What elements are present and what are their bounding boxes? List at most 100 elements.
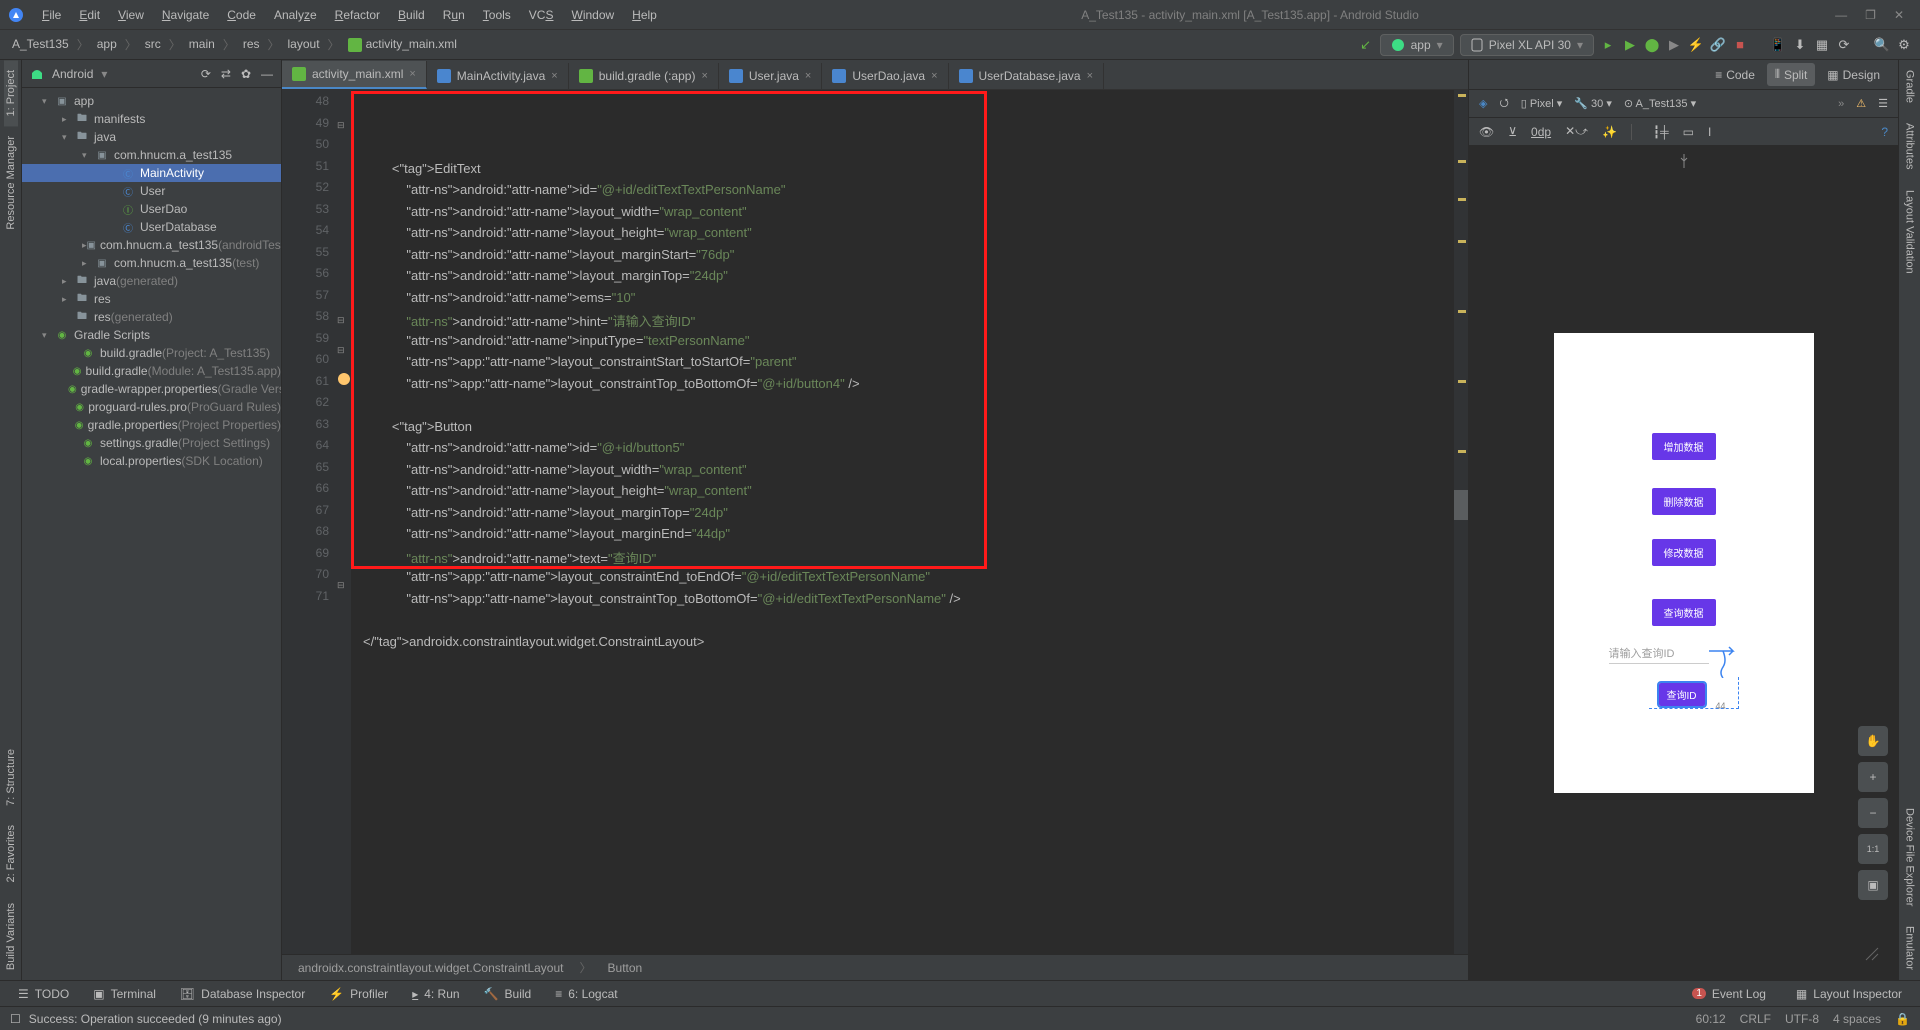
tree-node[interactable]: ⒸUser xyxy=(22,182,281,200)
menu-vcs[interactable]: VCS xyxy=(521,4,562,26)
tool-project[interactable]: 1: Project xyxy=(4,60,18,126)
line-gutter[interactable]: 4849505152535455565758596061626364656667… xyxy=(282,90,337,954)
debug-icon[interactable]: ⬤ xyxy=(1644,37,1660,53)
align-icon[interactable]: ┇╪ xyxy=(1653,125,1669,139)
fold-gutter[interactable]: ⊟ ⊟ ⊟ ⊟ xyxy=(337,90,351,954)
sync-icon[interactable]: ⟳ xyxy=(201,67,211,81)
tree-node[interactable]: ◉build.gradle (Module: A_Test135.app) xyxy=(22,362,281,380)
pack-icon[interactable]: ▭ xyxy=(1683,125,1694,139)
menu-navigate[interactable]: Navigate xyxy=(154,4,217,26)
mode-design[interactable]: ▦Design xyxy=(1819,64,1888,86)
avd-icon[interactable]: 📱 xyxy=(1770,37,1786,53)
tool-resource-manager[interactable]: Resource Manager xyxy=(4,126,18,240)
tab-profiler[interactable]: ⚡ Profiler xyxy=(319,983,398,1005)
zoom-fit-icon[interactable]: 1:1 xyxy=(1858,834,1888,864)
editor-tab[interactable]: MainActivity.java× xyxy=(427,63,569,89)
maximize-icon[interactable]: ❐ xyxy=(1865,8,1876,22)
theme-select[interactable]: ⊙ A_Test135 ▾ xyxy=(1624,97,1696,110)
infer-icon[interactable]: ✨ xyxy=(1602,125,1617,139)
magnet-icon[interactable]: ⊻ xyxy=(1508,125,1517,139)
editor-tab[interactable]: activity_main.xml× xyxy=(282,61,427,89)
tree-node[interactable]: ◉gradle-wrapper.properties (Gradle Versi… xyxy=(22,380,281,398)
line-separator[interactable]: CRLF xyxy=(1740,1012,1771,1026)
help-icon[interactable]: ? xyxy=(1881,125,1888,139)
tool-structure[interactable]: 7: Structure xyxy=(4,739,18,816)
tree-node[interactable]: ▸🖿res xyxy=(22,290,281,308)
run-icon[interactable]: ▶ xyxy=(1622,37,1638,53)
sdk-icon[interactable]: ⬇ xyxy=(1792,37,1808,53)
phone-preview[interactable]: 增加数据 删除数据 修改数据 查询数据 请输入查询ID 查询ID 44 xyxy=(1554,333,1814,793)
tree-node[interactable]: ▾🖿java xyxy=(22,128,281,146)
tool-layout-validation[interactable]: Layout Validation xyxy=(1903,180,1917,284)
menu-file[interactable]: File xyxy=(34,4,69,26)
profile-icon[interactable]: ⚡ xyxy=(1688,37,1704,53)
code-editor[interactable]: <"tag">EditText "attr-ns">android:"attr-… xyxy=(351,90,1454,954)
crumb[interactable]: Button xyxy=(608,961,643,975)
tree-node[interactable]: ◉gradle.properties (Project Properties) xyxy=(22,416,281,434)
intention-bulb-icon[interactable] xyxy=(338,373,350,385)
breadcrumb-item[interactable]: main xyxy=(185,35,219,53)
attributes-icon[interactable]: ☰ xyxy=(1878,97,1888,110)
tree-node[interactable]: ▾▣app xyxy=(22,92,281,110)
close-tab-icon[interactable]: × xyxy=(409,68,415,80)
tree-node[interactable]: ▸🖿java (generated) xyxy=(22,272,281,290)
guideline-icon[interactable]: I xyxy=(1708,125,1711,139)
close-tab-icon[interactable]: × xyxy=(1087,70,1093,82)
surface-icon[interactable]: ◈ xyxy=(1479,97,1487,110)
tree-node[interactable]: ⒸMainActivity xyxy=(22,164,281,182)
close-tab-icon[interactable]: × xyxy=(701,70,707,82)
api-select[interactable]: 🔧 30 ▾ xyxy=(1574,97,1612,110)
troubleshoot-icon[interactable]: ⟳ xyxy=(1836,37,1852,53)
tree-node[interactable]: 🖿res (generated) xyxy=(22,308,281,326)
tree-node[interactable]: ▸▣com.hnucm.a_test135 (test) xyxy=(22,254,281,272)
tree-node[interactable]: ▸🖿manifests xyxy=(22,110,281,128)
tab-event-log[interactable]: 1 Event Log xyxy=(1682,983,1776,1005)
menu-refactor[interactable]: Refactor xyxy=(327,4,388,26)
project-tree[interactable]: ▾▣app▸🖿manifests▾🖿java▾▣com.hnucm.a_test… xyxy=(22,88,281,980)
breadcrumb-item[interactable]: src xyxy=(141,35,165,53)
close-tab-icon[interactable]: × xyxy=(931,70,937,82)
collapse-icon[interactable]: — xyxy=(261,67,273,81)
tab-database[interactable]: 🗄 Database Inspector xyxy=(170,983,315,1005)
coverage-icon[interactable]: ▶ xyxy=(1666,37,1682,53)
breadcrumb-item[interactable]: activity_main.xml xyxy=(344,35,461,54)
search-icon[interactable]: 🔍 xyxy=(1874,37,1890,53)
tool-build-variants[interactable]: Build Variants xyxy=(4,893,18,980)
zoom-in-icon[interactable]: + xyxy=(1858,762,1888,792)
close-tab-icon[interactable]: × xyxy=(805,70,811,82)
breadcrumb-item[interactable]: app xyxy=(93,35,121,53)
breadcrumb-item[interactable]: layout xyxy=(284,35,324,53)
build-icon[interactable]: ▸ xyxy=(1600,37,1616,53)
tree-node[interactable]: ◉settings.gradle (Project Settings) xyxy=(22,434,281,452)
tab-terminal[interactable]: ▣ Terminal xyxy=(83,983,166,1005)
tree-node[interactable]: ▾◉Gradle Scripts xyxy=(22,326,281,344)
tree-node[interactable]: ◉proguard-rules.pro (ProGuard Rules) xyxy=(22,398,281,416)
tree-node[interactable]: ▸▣com.hnucm.a_test135 (androidTest) xyxy=(22,236,281,254)
tab-todo[interactable]: ☰ TODO xyxy=(8,983,79,1005)
tree-node[interactable]: ⒾUserDao xyxy=(22,200,281,218)
margin-field[interactable]: 0dp xyxy=(1531,125,1551,139)
pan-icon[interactable]: ✋ xyxy=(1858,726,1888,756)
design-canvas[interactable]: 增加数据 删除数据 修改数据 查询数据 请输入查询ID 查询ID 44 ✋ + … xyxy=(1469,146,1898,980)
mode-code[interactable]: ≡Code xyxy=(1707,64,1763,86)
mode-split[interactable]: ⫴Split xyxy=(1767,63,1815,86)
tool-favorites[interactable]: 2: Favorites xyxy=(4,815,18,892)
tool-attributes[interactable]: Attributes xyxy=(1903,113,1917,179)
menu-run[interactable]: Run xyxy=(435,4,473,26)
breadcrumb-item[interactable]: A_Test135 xyxy=(8,35,73,53)
close-icon[interactable]: ✕ xyxy=(1894,8,1904,22)
tool-emulator[interactable]: Emulator xyxy=(1903,916,1917,980)
orientation-icon[interactable]: ⭯ xyxy=(1499,94,1508,113)
preview-selected-button[interactable]: 查询ID xyxy=(1659,683,1705,706)
project-view-selector[interactable]: Android xyxy=(52,67,93,81)
tab-layout-inspector[interactable]: ▦ Layout Inspector xyxy=(1786,983,1912,1005)
settings-icon[interactable]: ⚙ xyxy=(1896,37,1912,53)
menu-analyze[interactable]: Analyze xyxy=(266,4,325,26)
warning-icon[interactable]: ⚠ xyxy=(1856,97,1866,110)
stop-icon[interactable]: ■ xyxy=(1732,37,1748,53)
tool-device-explorer[interactable]: Device File Explorer xyxy=(1903,798,1917,916)
editor-tab[interactable]: User.java× xyxy=(719,63,822,89)
tree-node[interactable]: ◉build.gradle (Project: A_Test135) xyxy=(22,344,281,362)
menu-window[interactable]: Window xyxy=(563,4,622,26)
error-stripe[interactable] xyxy=(1454,90,1468,954)
